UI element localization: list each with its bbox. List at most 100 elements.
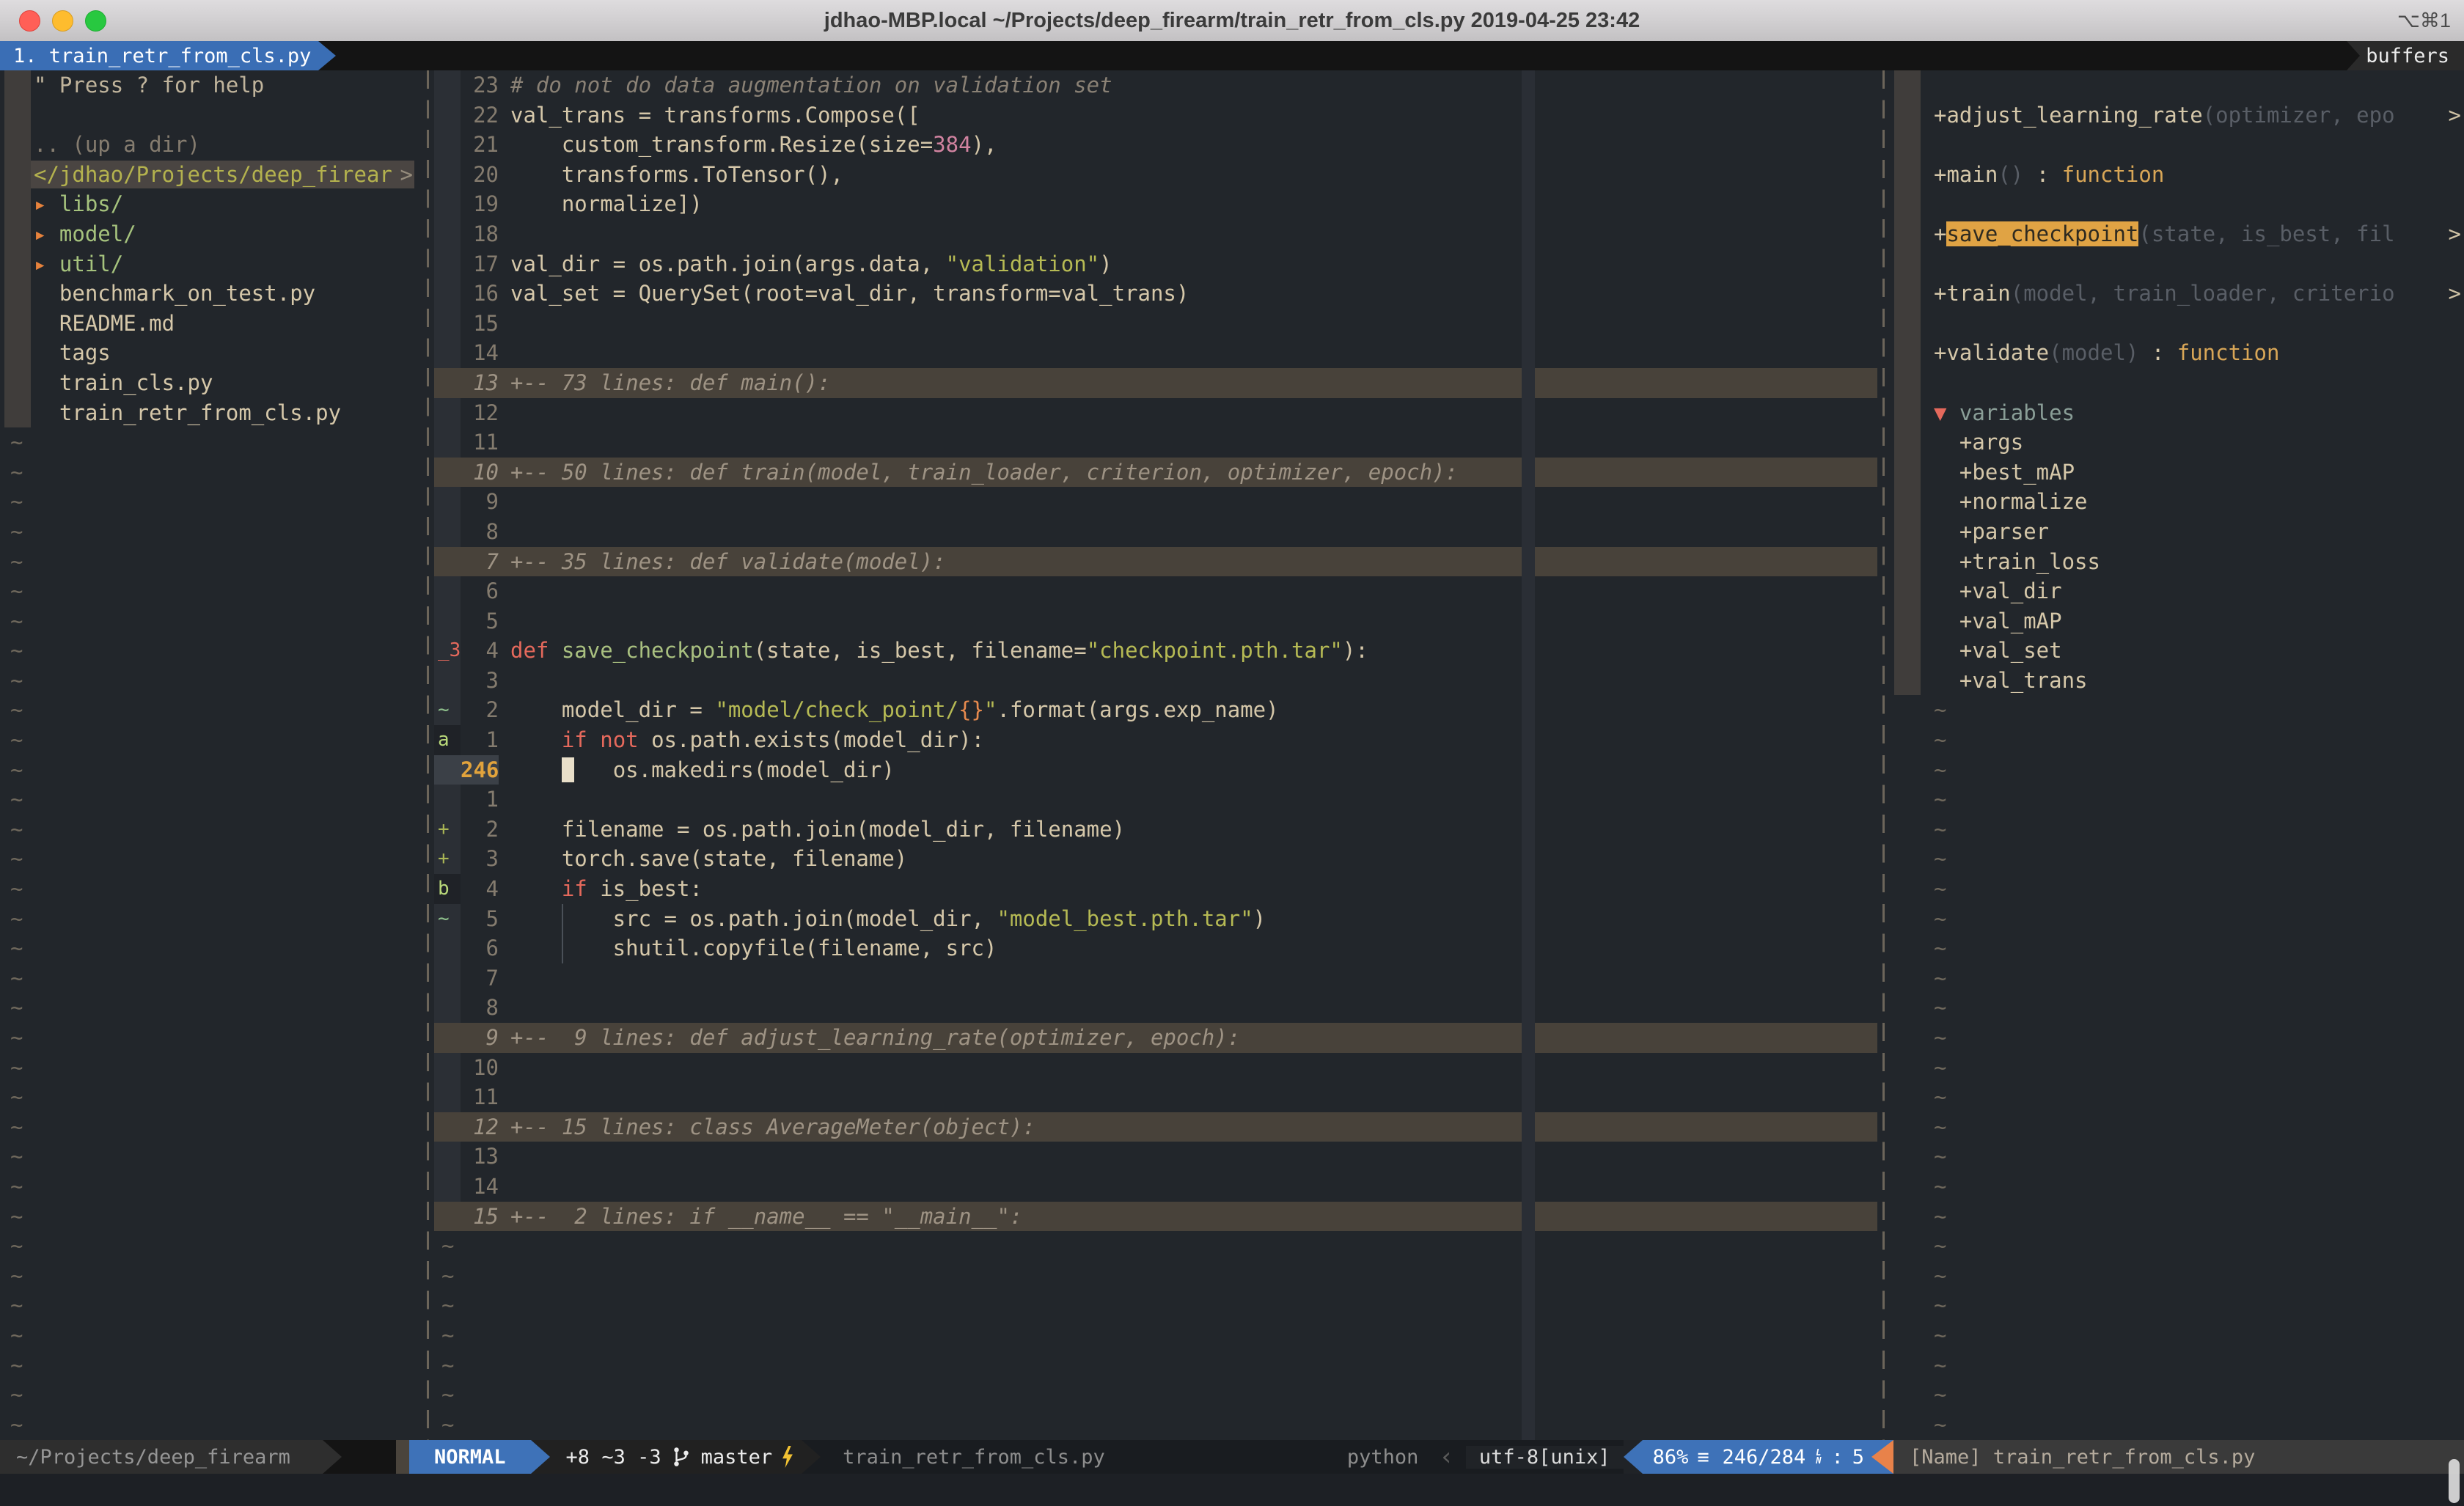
- empty-line[interactable]: ~: [0, 1082, 422, 1112]
- code-line[interactable]: _34def save_checkpoint(state, is_best, f…: [434, 636, 1877, 666]
- nerdtree-item[interactable]: " Press ? for help: [0, 70, 422, 100]
- empty-line[interactable]: ~: [0, 1202, 422, 1232]
- code-line[interactable]: 3: [434, 666, 1877, 696]
- empty-line[interactable]: ~: [1890, 1351, 2464, 1381]
- nerdtree-item[interactable]: tags: [0, 338, 422, 368]
- tagbar-item[interactable]: +parser: [1890, 517, 2464, 547]
- empty-line[interactable]: ~: [1890, 1202, 2464, 1232]
- tagbar-panel[interactable]: +adjust_learning_rate(optimizer, epo>+ma…: [1890, 70, 2464, 1440]
- empty-line[interactable]: ~: [0, 725, 422, 755]
- macos-titlebar[interactable]: jdhao-MBP.local ~/Projects/deep_firearm/…: [0, 0, 2464, 43]
- empty-line[interactable]: ~: [0, 1231, 422, 1261]
- nerdtree-item[interactable]: .. (up a dir): [0, 130, 422, 160]
- empty-line[interactable]: ~: [1890, 1023, 2464, 1053]
- code-line[interactable]: 11: [434, 1082, 1877, 1112]
- empty-line[interactable]: ~: [0, 1290, 422, 1320]
- empty-line[interactable]: ~: [1890, 874, 2464, 904]
- code-line[interactable]: 22val_trans = transforms.Compose([: [434, 100, 1877, 131]
- code-line[interactable]: +2 filename = os.path.join(model_dir, fi…: [434, 815, 1877, 845]
- nerdtree-item[interactable]: README.md: [0, 309, 422, 339]
- empty-line[interactable]: ~: [1890, 1142, 2464, 1172]
- fold-line[interactable]: 9+-- 9 lines: def adjust_learning_rate(o…: [434, 1023, 1877, 1053]
- empty-line[interactable]: ~: [1890, 1410, 2464, 1440]
- fold-line[interactable]: 13+-- 73 lines: def main():: [434, 368, 1877, 398]
- code-line[interactable]: 20 transforms.ToTensor(),: [434, 160, 1877, 190]
- code-editor[interactable]: 23# do not do data augmentation on valid…: [434, 70, 1877, 1440]
- empty-line[interactable]: ~: [0, 1320, 422, 1351]
- code-line[interactable]: ~5 src = os.path.join(model_dir, "model_…: [434, 904, 1877, 934]
- scrollbar-thumb[interactable]: [2449, 1459, 2460, 1503]
- nerdtree-item[interactable]: train_retr_from_cls.py: [0, 398, 422, 428]
- code-line[interactable]: a1 if not os.path.exists(model_dir):: [434, 725, 1877, 755]
- code-line[interactable]: 18: [434, 219, 1877, 249]
- code-line[interactable]: 246 os.makedirs(model_dir): [434, 755, 1877, 785]
- empty-line[interactable]: ~: [1890, 844, 2464, 874]
- tagbar-item[interactable]: +val_trans: [1890, 666, 2464, 696]
- empty-line[interactable]: ~: [0, 606, 422, 636]
- code-line[interactable]: 9: [434, 487, 1877, 517]
- code-line[interactable]: 21 custom_transform.Resize(size=384),: [434, 130, 1877, 160]
- nerdtree-item[interactable]: benchmark_on_test.py: [0, 279, 422, 309]
- empty-line[interactable]: ~: [1890, 1320, 2464, 1351]
- empty-line[interactable]: ~: [0, 963, 422, 993]
- tagbar-item[interactable]: +train_loss: [1890, 547, 2464, 577]
- empty-line[interactable]: ~: [0, 517, 422, 547]
- code-line[interactable]: 23# do not do data augmentation on valid…: [434, 70, 1877, 100]
- code-line[interactable]: 8: [434, 517, 1877, 547]
- close-button-icon[interactable]: [19, 10, 40, 32]
- empty-line[interactable]: ~: [1890, 1112, 2464, 1142]
- empty-line[interactable]: ~: [1890, 1231, 2464, 1261]
- tagbar-item[interactable]: [1890, 249, 2464, 279]
- empty-line[interactable]: ~: [1890, 1172, 2464, 1202]
- tab-train-retr-from-cls[interactable]: 1. train_retr_from_cls.py: [0, 41, 318, 70]
- empty-line[interactable]: ~: [1890, 963, 2464, 993]
- empty-line[interactable]: ~: [0, 427, 422, 458]
- tagbar-item[interactable]: +train(model, train_loader, criterio>: [1890, 279, 2464, 309]
- empty-line[interactable]: ~: [0, 547, 422, 577]
- buffers-label[interactable]: buffers: [2360, 41, 2464, 70]
- empty-line[interactable]: ~: [1890, 1082, 2464, 1112]
- tagbar-item[interactable]: +best_mAP: [1890, 458, 2464, 488]
- nerdtree-item[interactable]: ▸ libs/: [0, 189, 422, 219]
- empty-line[interactable]: ~: [1890, 904, 2464, 934]
- tagbar-item[interactable]: +val_dir: [1890, 576, 2464, 606]
- empty-line[interactable]: ~: [1890, 933, 2464, 963]
- empty-line[interactable]: ~: [0, 1172, 422, 1202]
- empty-line[interactable]: ~: [0, 993, 422, 1023]
- empty-line[interactable]: ~: [0, 576, 422, 606]
- empty-line[interactable]: ~: [0, 874, 422, 904]
- empty-line[interactable]: ~: [0, 458, 422, 488]
- code-line[interactable]: 14: [434, 1172, 1877, 1202]
- empty-line[interactable]: ~: [0, 1053, 422, 1083]
- empty-line[interactable]: ~: [434, 1320, 1877, 1351]
- empty-line[interactable]: ~: [1890, 993, 2464, 1023]
- tagbar-item[interactable]: [1890, 130, 2464, 160]
- tagbar-item[interactable]: ▼ variables: [1890, 398, 2464, 428]
- empty-line[interactable]: ~: [434, 1410, 1877, 1440]
- code-line[interactable]: 15: [434, 309, 1877, 339]
- tagbar-item[interactable]: +val_set: [1890, 636, 2464, 666]
- empty-line[interactable]: ~: [1890, 1290, 2464, 1320]
- tagbar-item[interactable]: +adjust_learning_rate(optimizer, epo>: [1890, 100, 2464, 131]
- code-line[interactable]: 1: [434, 785, 1877, 815]
- code-line[interactable]: 10: [434, 1053, 1877, 1083]
- code-line[interactable]: 17val_dir = os.path.join(args.data, "val…: [434, 249, 1877, 279]
- tagbar-item[interactable]: [1890, 70, 2464, 100]
- code-line[interactable]: 6 shutil.copyfile(filename, src): [434, 933, 1877, 963]
- empty-line[interactable]: ~: [0, 666, 422, 696]
- vim-command-line[interactable]: [0, 1474, 2464, 1506]
- tagbar-item[interactable]: [1890, 309, 2464, 339]
- code-line[interactable]: +3 torch.save(state, filename): [434, 844, 1877, 874]
- tagbar-item[interactable]: +normalize: [1890, 487, 2464, 517]
- empty-line[interactable]: ~: [0, 695, 422, 725]
- tagbar-item[interactable]: +validate(model) : function: [1890, 338, 2464, 368]
- code-line[interactable]: 16val_set = QuerySet(root=val_dir, trans…: [434, 279, 1877, 309]
- tagbar-item[interactable]: [1890, 368, 2464, 398]
- fold-line[interactable]: 12+-- 15 lines: class AverageMeter(objec…: [434, 1112, 1877, 1142]
- empty-line[interactable]: ~: [1890, 815, 2464, 845]
- empty-line[interactable]: ~: [434, 1261, 1877, 1291]
- window-separator-right[interactable]: [1877, 70, 1890, 1440]
- code-line[interactable]: 7: [434, 963, 1877, 993]
- empty-line[interactable]: ~: [0, 815, 422, 845]
- fold-line[interactable]: 10+-- 50 lines: def train(model, train_l…: [434, 458, 1877, 488]
